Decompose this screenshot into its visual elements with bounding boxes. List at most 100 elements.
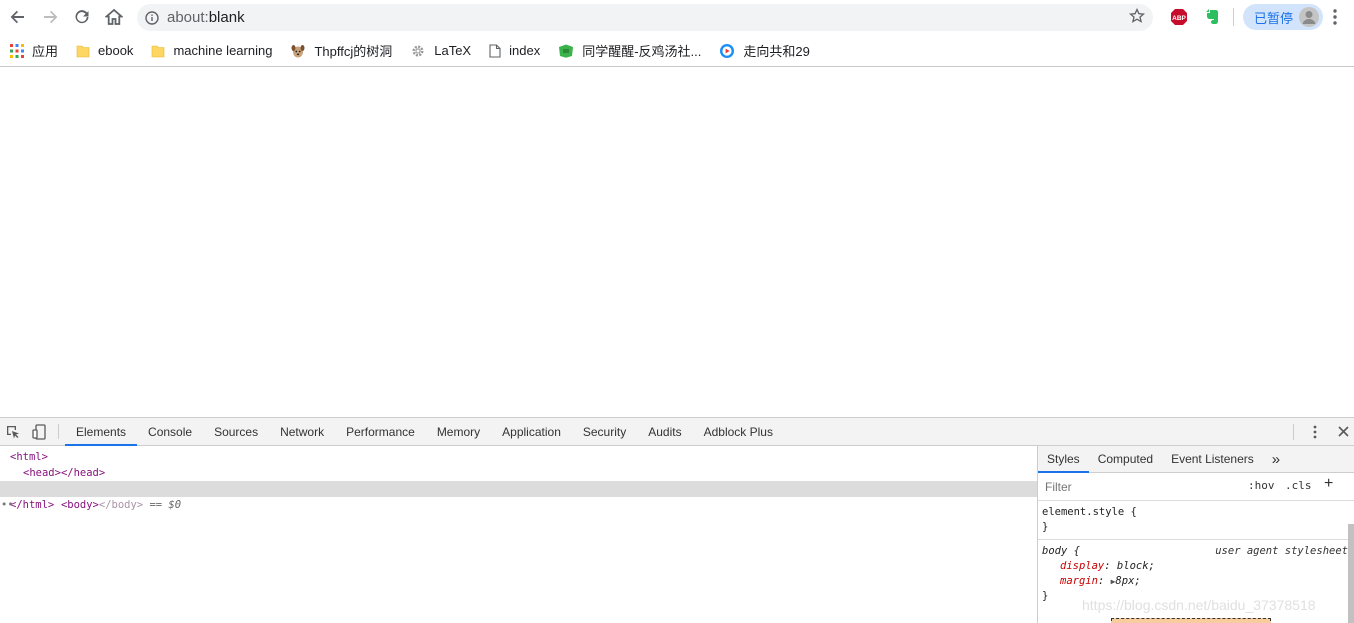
folder-icon <box>151 44 165 58</box>
tab-performance[interactable]: Performance <box>335 418 426 445</box>
bookmark-tongxue[interactable]: 同学醒醒-反鸡汤社... <box>558 41 701 60</box>
address-bar[interactable]: about:blank <box>137 4 1153 31</box>
dom-node-html[interactable]: <html> <box>0 449 1037 465</box>
controls-divider <box>1293 423 1294 440</box>
tab-application[interactable]: Application <box>491 418 572 445</box>
styles-tabbar: Styles Computed Event Listeners » <box>1038 446 1354 473</box>
dom-tag: <head> <box>23 467 61 479</box>
styles-filter-input[interactable] <box>1042 476 1238 497</box>
tab-label: Security <box>582 424 627 439</box>
tab-audits[interactable]: Audits <box>637 418 692 445</box>
browser-menu-icon[interactable] <box>1332 8 1338 29</box>
dog-icon <box>290 43 306 59</box>
bookmark-zouxiang[interactable]: 走向共和29 <box>719 41 810 60</box>
bookmark-label: machine learning <box>173 43 273 58</box>
back-button[interactable] <box>2 1 34 33</box>
avatar-icon <box>1299 7 1319 27</box>
toolbar-divider <box>1233 8 1234 26</box>
tab-styles[interactable]: Styles <box>1038 446 1089 473</box>
url-path: blank <box>208 9 245 26</box>
css-property-name[interactable]: margin <box>1042 575 1098 587</box>
tab-sources[interactable]: Sources <box>203 418 269 445</box>
tab-label: Sources <box>214 424 259 439</box>
dom-tag: <body> <box>60 499 99 511</box>
tab-label: Memory <box>436 424 481 439</box>
dom-node-body-selected[interactable]: •• <body></body> == $0 <box>0 481 1037 511</box>
tab-memory[interactable]: Memory <box>426 418 491 445</box>
tab-event-listeners[interactable]: Event Listeners <box>1162 446 1263 472</box>
box-model-diagram <box>1111 618 1271 623</box>
play-icon <box>719 43 735 59</box>
apps-grid-icon <box>10 43 24 58</box>
bookmark-label: 应用 <box>32 44 59 59</box>
rule-close-brace: } <box>1042 521 1049 533</box>
styles-filter-row: :hov .cls + <box>1038 473 1354 501</box>
tab-label: Application <box>502 424 561 439</box>
page-viewport <box>0 68 1354 417</box>
element-style-rule: element.style { } <box>1038 501 1354 540</box>
device-toolbar-icon[interactable] <box>26 418 52 445</box>
forward-arrow-icon <box>44 10 58 24</box>
more-tabs-chevron-icon[interactable]: » <box>1263 446 1289 472</box>
green-flag-icon <box>558 44 574 58</box>
info-icon[interactable] <box>137 10 167 25</box>
bookmark-label: index <box>509 43 541 58</box>
evernote-icon[interactable] <box>1202 8 1220 29</box>
dom-node-head[interactable]: <head></head> <box>0 465 1037 481</box>
css-property-name[interactable]: display <box>1042 560 1104 572</box>
folder-icon <box>76 44 90 58</box>
devtools-tabbar: Elements Console Sources Network Perform… <box>0 418 1354 446</box>
tab-security[interactable]: Security <box>572 418 637 445</box>
bookmark-label: 同学醒醒-反鸡汤社... <box>582 44 702 59</box>
tab-elements[interactable]: Elements <box>65 418 138 446</box>
bookmark-folder-ebook[interactable]: ebook <box>76 43 133 58</box>
browser-toolbar: about:blank ABP 已暂停 <box>0 0 1354 35</box>
tab-label: Styles <box>1047 452 1080 466</box>
reload-icon <box>75 10 89 24</box>
tab-label: Audits <box>648 424 682 439</box>
tab-console[interactable]: Console <box>137 418 203 445</box>
profile-paused-button[interactable]: 已暂停 <box>1243 4 1323 30</box>
adblock-plus-icon[interactable]: ABP <box>1170 8 1188 29</box>
bookmark-latex[interactable]: LaTeX <box>410 43 471 59</box>
cls-toggle-button[interactable]: .cls <box>1285 479 1312 492</box>
dom-line-ellipsis-icon[interactable]: •• <box>1 497 14 513</box>
hov-toggle-button[interactable]: :hov <box>1248 479 1275 492</box>
tab-label: Elements <box>76 424 127 439</box>
forward-button[interactable] <box>34 1 66 33</box>
styles-scrollbar[interactable] <box>1348 524 1354 623</box>
css-property-value[interactable]: block; <box>1117 560 1155 572</box>
bookmark-thpffcj[interactable]: Thpffcj的树洞 <box>290 41 392 60</box>
tab-computed[interactable]: Computed <box>1089 446 1162 472</box>
gear-icon <box>410 43 426 59</box>
tab-label: Computed <box>1097 452 1154 466</box>
home-button[interactable] <box>98 1 130 33</box>
tab-network[interactable]: Network <box>269 418 335 445</box>
tab-label: Network <box>280 424 325 439</box>
bookmark-folder-machine-learning[interactable]: machine learning <box>151 43 272 58</box>
page-icon <box>489 43 501 58</box>
bookmark-label: LaTeX <box>434 43 472 58</box>
rule-selector: element.style { <box>1042 506 1137 518</box>
svg-text:ABP: ABP <box>1172 15 1186 22</box>
bookmark-star-icon[interactable] <box>1128 7 1146 27</box>
inspect-element-icon[interactable] <box>0 418 26 445</box>
dom-tag: <html> <box>10 451 48 463</box>
tab-label: Console <box>148 424 193 439</box>
devtools-menu-icon[interactable] <box>1306 425 1324 439</box>
url-text: about:blank <box>167 9 245 26</box>
reload-button[interactable] <box>66 1 98 33</box>
css-property-value[interactable]: 8px; <box>1115 575 1140 587</box>
elements-dom-tree: <html> <head></head> •• <body></body> == … <box>0 446 1037 623</box>
more-tabs-label: » <box>1271 450 1281 468</box>
rule-source: user agent stylesheet <box>1215 545 1348 557</box>
close-devtools-icon[interactable] <box>1334 426 1352 437</box>
bookmark-index[interactable]: index <box>489 43 540 58</box>
back-arrow-icon <box>10 10 24 24</box>
dom-tag: </head> <box>60 467 106 479</box>
dom-selected-ref: == $0 <box>143 499 182 511</box>
bookmark-label: 走向共和29 <box>743 44 810 59</box>
tab-adblock-plus[interactable]: Adblock Plus <box>693 418 784 445</box>
bookmark-apps[interactable]: 应用 <box>10 41 58 60</box>
new-style-rule-button[interactable]: + <box>1324 475 1333 493</box>
